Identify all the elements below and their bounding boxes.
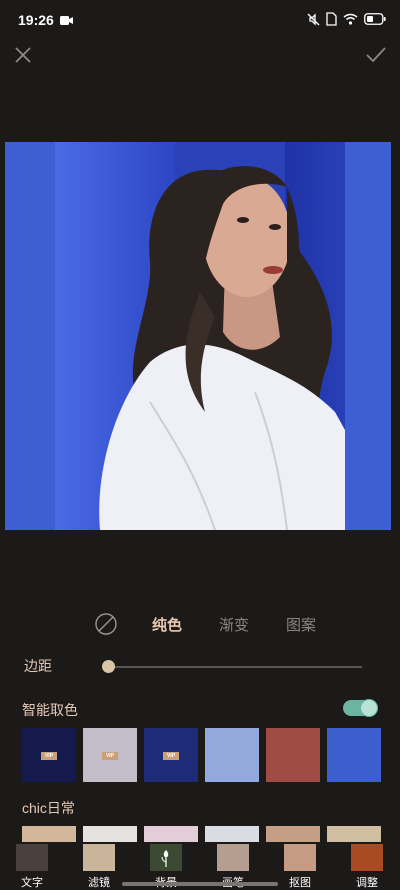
adjust-tool-thumb bbox=[351, 844, 383, 871]
color-swatch[interactable]: VIP bbox=[144, 728, 198, 782]
vip-badge: VIP bbox=[41, 752, 57, 760]
brush-tool-thumb bbox=[217, 844, 249, 871]
color-swatch-selected[interactable] bbox=[327, 728, 381, 782]
color-swatch[interactable]: VIP bbox=[22, 728, 76, 782]
tab-pattern[interactable]: 图案 bbox=[286, 614, 316, 635]
toggle-knob bbox=[360, 699, 378, 717]
video-camera-icon bbox=[60, 16, 73, 25]
background-type-tabs: 纯色 渐变 图案 bbox=[0, 610, 400, 638]
portrait-figure bbox=[99, 166, 345, 530]
chic-label: chic日常 bbox=[22, 800, 75, 816]
background-tool-thumb bbox=[150, 844, 182, 871]
tab-gradient[interactable]: 渐变 bbox=[219, 614, 249, 635]
sim-icon bbox=[326, 12, 337, 26]
photo-canvas[interactable] bbox=[5, 142, 391, 530]
status-icons bbox=[307, 12, 386, 26]
check-icon[interactable] bbox=[364, 44, 388, 66]
margin-label: 边距 bbox=[24, 658, 52, 674]
smart-color-swatches: VIP VIP VIP bbox=[22, 728, 382, 782]
status-bar: 19:26 bbox=[0, 0, 400, 40]
battery-icon bbox=[364, 13, 386, 25]
editor-top-bar bbox=[0, 40, 400, 72]
tab-solid-color[interactable]: 纯色 bbox=[152, 614, 182, 635]
nav-background[interactable]: 背景 bbox=[144, 840, 184, 889]
smart-color-label: 智能取色 bbox=[22, 702, 78, 718]
color-swatch[interactable] bbox=[266, 728, 320, 782]
margin-slider-thumb[interactable] bbox=[102, 660, 115, 673]
color-swatch[interactable]: VIP bbox=[83, 728, 137, 782]
nav-cutout[interactable]: 抠图 bbox=[278, 840, 318, 889]
nav-brush[interactable]: 画笔 bbox=[211, 840, 251, 889]
text-tool-thumb bbox=[16, 844, 48, 871]
bottom-toolbar: 文字 滤镜 背景 画笔 抠图 调整 bbox=[0, 840, 400, 889]
close-icon[interactable] bbox=[12, 44, 34, 66]
cutout-tool-thumb bbox=[284, 844, 316, 871]
mute-icon bbox=[307, 12, 320, 26]
vip-badge: VIP bbox=[102, 752, 118, 760]
flower-icon bbox=[161, 850, 169, 867]
no-background-icon[interactable] bbox=[94, 612, 118, 636]
photo bbox=[55, 142, 345, 530]
nav-adjust[interactable]: 调整 bbox=[345, 840, 385, 889]
filter-tool-thumb bbox=[83, 844, 115, 871]
color-swatch[interactable] bbox=[205, 728, 259, 782]
home-indicator[interactable] bbox=[122, 882, 278, 886]
nav-filter[interactable]: 滤镜 bbox=[77, 840, 117, 889]
nav-text[interactable]: 文字 bbox=[10, 840, 50, 889]
wifi-icon bbox=[343, 13, 358, 25]
margin-slider-track[interactable] bbox=[106, 666, 362, 668]
status-time: 19:26 bbox=[18, 12, 54, 28]
smart-color-toggle[interactable] bbox=[343, 699, 378, 717]
vip-badge: VIP bbox=[163, 752, 179, 760]
